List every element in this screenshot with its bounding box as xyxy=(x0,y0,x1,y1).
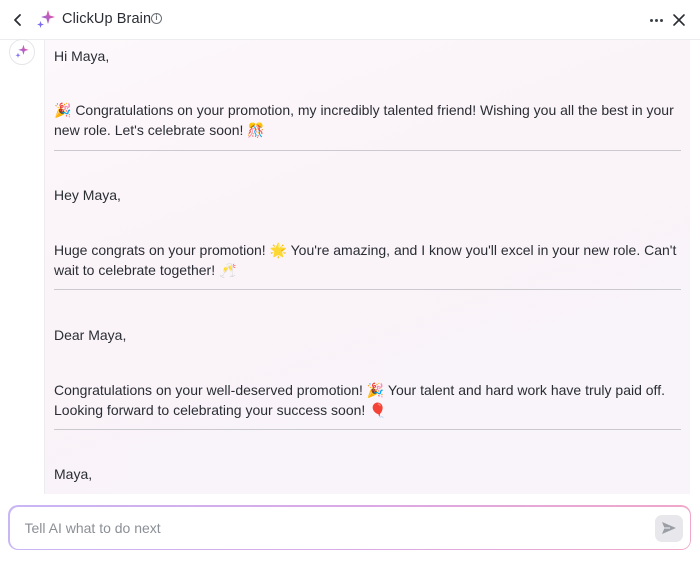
panel-header: ClickUp Brain i xyxy=(0,0,700,40)
info-icon[interactable]: i xyxy=(151,13,162,24)
send-icon xyxy=(661,522,676,534)
panel-title: ClickUp Brain xyxy=(62,11,152,27)
message-greeting: Maya, xyxy=(54,466,93,482)
more-options-button[interactable] xyxy=(646,11,666,29)
sparkles-icon xyxy=(37,10,55,28)
ai-prompt-box xyxy=(8,505,691,550)
ai-avatar xyxy=(9,39,35,65)
message-body: Congratulations on your well-deserved pr… xyxy=(54,382,665,418)
divider xyxy=(54,429,681,430)
more-horizontal-icon xyxy=(649,18,653,22)
ai-prompt-input[interactable] xyxy=(24,506,625,549)
message-greeting: Dear Maya, xyxy=(54,327,127,343)
message-body: Huge congrats on your promotion! 🌟 You'r… xyxy=(54,242,677,278)
message-greeting: Hey Maya, xyxy=(54,187,121,203)
sparkles-icon xyxy=(15,44,29,58)
send-button[interactable] xyxy=(654,514,683,542)
divider xyxy=(54,289,681,290)
message-greeting: Hi Maya, xyxy=(54,48,110,64)
divider xyxy=(54,150,681,151)
close-button[interactable] xyxy=(670,11,688,29)
ai-response-card: Hi Maya, 🎉 Congratulations on your promo… xyxy=(44,40,690,494)
chevron-left-icon xyxy=(14,14,21,26)
message-body: 🎉 Congratulations on your promotion, my … xyxy=(54,102,674,138)
message-scroll-area[interactable]: Hi Maya, 🎉 Congratulations on your promo… xyxy=(0,40,700,494)
close-icon xyxy=(673,14,685,26)
back-button[interactable] xyxy=(9,11,27,29)
